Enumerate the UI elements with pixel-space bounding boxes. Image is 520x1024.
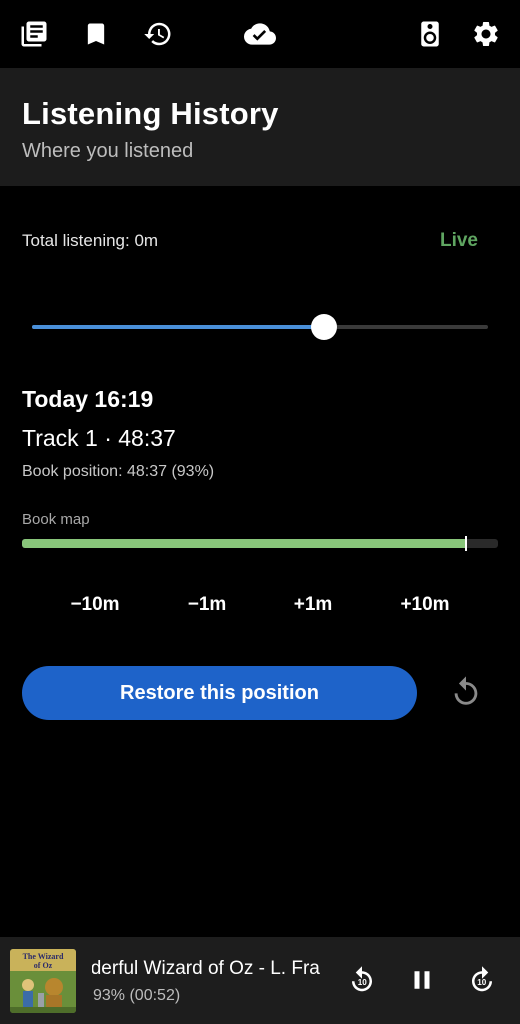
library-icon[interactable] <box>18 18 50 50</box>
total-listening-label: Total listening: 0m <box>22 231 159 250</box>
bookmark-icon[interactable] <box>80 18 112 50</box>
jump-plus-1m-button[interactable]: +1m <box>263 594 363 616</box>
undo-icon[interactable] <box>448 674 484 710</box>
live-indicator[interactable]: Live <box>440 230 478 252</box>
page-header: Listening History Where you listened <box>0 68 520 186</box>
entry-time: Today 16:19 <box>22 386 154 412</box>
history-icon[interactable] <box>142 18 174 50</box>
rewind-10-label: 10 <box>358 978 368 987</box>
cloud-done-icon[interactable] <box>242 18 278 50</box>
replay-10-icon: 10 <box>352 966 372 992</box>
mini-player-progress: 93% (00:52) <box>93 987 181 1004</box>
pause-button[interactable] <box>403 961 441 999</box>
forward-10-button[interactable]: 10 <box>463 961 501 999</box>
rewind-10-button[interactable]: 10 <box>343 961 381 999</box>
jump-minus-1m-button[interactable]: −1m <box>157 594 257 616</box>
slider-thumb[interactable] <box>310 314 337 340</box>
history-timeline-slider[interactable] <box>32 313 488 341</box>
jump-minus-10m-button[interactable]: −10m <box>45 594 145 616</box>
forward-10-label: 10 <box>477 978 487 987</box>
page-subtitle: Where you listened <box>22 140 194 162</box>
book-map-marker <box>464 536 467 551</box>
svg-text:The Wizard: The Wizard <box>23 952 64 961</box>
speaker-icon[interactable] <box>414 18 446 50</box>
pause-icon <box>414 971 430 989</box>
settings-icon[interactable] <box>470 18 502 50</box>
book-map-bar <box>22 536 498 551</box>
mini-player-title: The Wonderful Wizard of Oz - L. Frank Ba… <box>92 958 320 979</box>
restore-position-button[interactable]: Restore this position <box>22 666 417 720</box>
entry-track-position: Track 1 · 48:37 <box>22 425 176 451</box>
entry-book-position: Book position: 48:37 (93%) <box>22 463 215 480</box>
forward-10-icon: 10 <box>472 966 492 992</box>
mini-player-title-marquee: The Wonderful Wizard of Oz - L. Frank Ba… <box>92 958 320 984</box>
mini-player[interactable]: The Wizard of Oz The Wonderful Wizard of… <box>0 937 520 1024</box>
svg-text:of Oz: of Oz <box>34 961 53 970</box>
jump-buttons: −10m −1m +1m +10m <box>40 594 480 622</box>
book-map-label: Book map <box>22 511 90 528</box>
book-cover-image[interactable]: The Wizard of Oz <box>10 949 76 1013</box>
top-app-bar <box>0 0 520 68</box>
page-title: Listening History <box>22 96 279 131</box>
jump-plus-10m-button[interactable]: +10m <box>375 594 475 616</box>
book-map-fill <box>22 539 465 548</box>
slider-fill <box>32 325 324 329</box>
